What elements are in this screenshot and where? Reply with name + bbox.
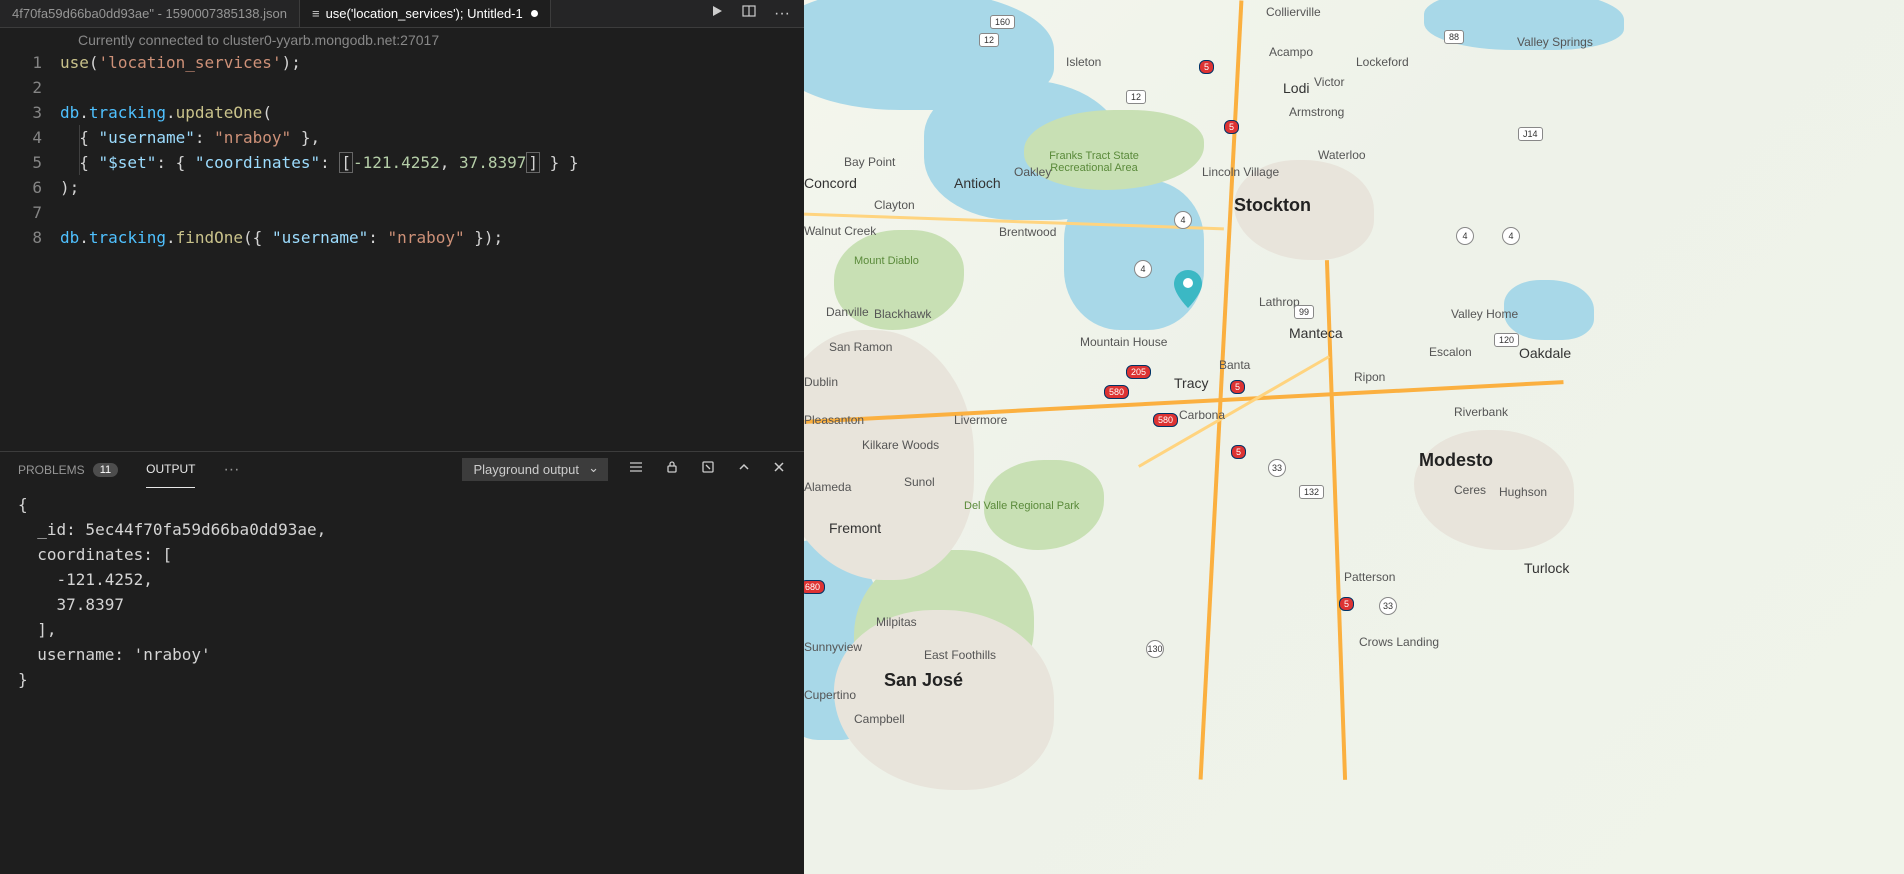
clear-output-icon[interactable]: [700, 459, 716, 480]
tab-json-file[interactable]: 4f70fa59d66ba0dd93ae" - 1590007385138.js…: [0, 0, 300, 27]
connection-status: Currently connected to cluster0-yyarb.mo…: [0, 28, 804, 50]
code-editor[interactable]: 12345678 use('location_services'); db.tr…: [0, 50, 804, 250]
close-panel-icon[interactable]: [772, 460, 786, 479]
output-content[interactable]: { _id: 5ec44f70fa59d66ba0dd93ae, coordin…: [0, 488, 804, 874]
tab-label: 4f70fa59d66ba0dd93ae" - 1590007385138.js…: [12, 6, 287, 21]
water-east: [1504, 280, 1594, 340]
collapse-panel-icon[interactable]: [736, 459, 752, 480]
tab-problems[interactable]: PROBLEMS 11: [18, 452, 118, 488]
run-icon[interactable]: [710, 4, 724, 23]
problems-count-badge: 11: [93, 463, 118, 477]
tab-playground[interactable]: ≡ use('location_services'); Untitled-1: [300, 0, 551, 27]
select-value: Playground output: [473, 462, 579, 477]
lock-icon[interactable]: [664, 459, 680, 480]
dirty-indicator-icon: [531, 10, 538, 17]
toggle-word-wrap-icon[interactable]: [628, 459, 644, 480]
file-icon: ≡: [312, 6, 320, 21]
code-content[interactable]: use('location_services'); db.tracking.up…: [60, 50, 804, 250]
map-panel[interactable]: Stockton Modesto San José Concord Antioc…: [804, 0, 1904, 874]
more-actions-icon[interactable]: ···: [774, 5, 790, 23]
water-ne: [1424, 0, 1624, 50]
line-gutter: 12345678: [0, 50, 60, 250]
tab-bar: 4f70fa59d66ba0dd93ae" - 1590007385138.js…: [0, 0, 804, 28]
bottom-panel: PROBLEMS 11 OUTPUT ··· Playground output: [0, 451, 804, 874]
problems-label: PROBLEMS: [18, 463, 85, 477]
output-channel-select[interactable]: Playground output: [462, 458, 608, 481]
more-panel-tabs-icon[interactable]: ···: [223, 461, 239, 479]
tab-label: use('location_services'); Untitled-1: [326, 6, 523, 21]
location-marker[interactable]: [1174, 270, 1202, 308]
output-label: OUTPUT: [146, 462, 195, 476]
tab-output[interactable]: OUTPUT: [146, 452, 195, 488]
split-editor-icon[interactable]: [742, 4, 756, 23]
